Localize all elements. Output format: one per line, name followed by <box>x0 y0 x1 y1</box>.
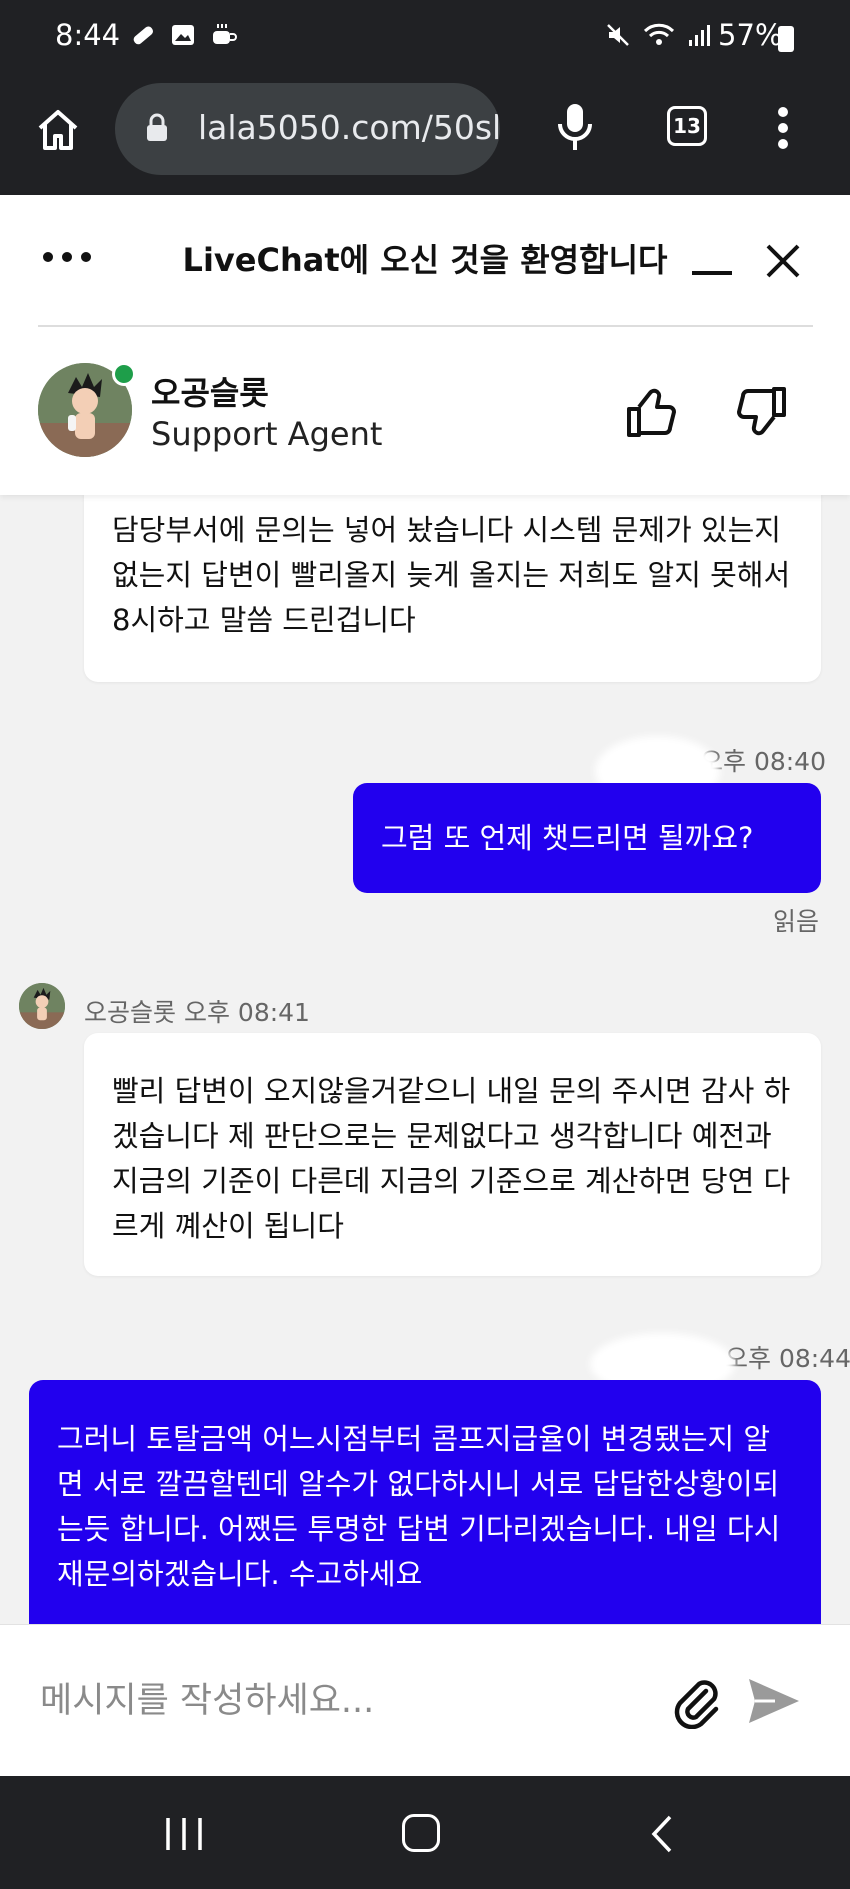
agent-name: 오공슬롯 <box>151 374 269 412</box>
read-receipt: 읽음 <box>773 907 820 936</box>
message-timestamp: 오후 08:44 <box>725 1344 850 1373</box>
signal-icon <box>689 25 710 46</box>
lock-icon <box>147 113 167 141</box>
band-aid-icon <box>133 26 154 45</box>
close-icon[interactable] <box>765 243 801 279</box>
user-message-text: 그러니 토탈금액 어느시점부터 콤프지급율이 변경됐는지 알면 서로 깔끔할텐데… <box>57 1422 781 1591</box>
message-input[interactable] <box>38 1675 642 1727</box>
status-time: 8:44 <box>55 18 121 52</box>
coffee-icon <box>213 24 237 44</box>
agent-small-avatar <box>19 983 65 1029</box>
microphone-icon[interactable] <box>555 100 595 156</box>
url-text: lala5050.com/50sl <box>198 108 500 147</box>
notification-icons <box>130 22 238 48</box>
image-icon <box>172 25 194 45</box>
user-message: 그러니 토탈금액 어느시점부터 콤프지급율이 변경됐는지 알면 서로 깔끔할텐데… <box>29 1380 821 1624</box>
battery-level: 57% <box>718 18 783 52</box>
agent-role: Support Agent <box>151 415 383 453</box>
browser-toolbar: lala5050.com/50sl 13 <box>0 78 850 195</box>
message-timestamp: 오후 08:41 <box>183 998 310 1027</box>
minimize-icon[interactable] <box>692 271 732 275</box>
mute-icon <box>607 24 629 46</box>
message-composer <box>0 1624 850 1777</box>
agent-message-text: 빨리 답변이 오지않을거같으니 내일 문의 주시면 감사 하겠습니다 제 판단으… <box>112 1074 791 1243</box>
agent-message: 빨리 답변이 오지않을거같으니 내일 문의 주시면 감사 하겠습니다 제 판단으… <box>84 1033 821 1276</box>
address-bar[interactable]: lala5050.com/50sl <box>115 83 500 175</box>
chat-options-icon[interactable] <box>42 250 92 264</box>
back-icon[interactable] <box>650 1814 674 1854</box>
more-menu-icon[interactable] <box>775 106 791 150</box>
wifi-icon <box>643 23 675 45</box>
agent-message: 담당부서에 문의는 넣어 놨습니다 시스템 문제가 있는지 없는지 답변이 빨리… <box>84 490 821 682</box>
user-message-text: 그럼 또 언제 챗드리면 될까요? <box>381 821 754 855</box>
status-bar: 8:44 57% <box>0 0 850 78</box>
header-divider <box>38 325 813 327</box>
recent-apps-icon[interactable] <box>165 1816 203 1852</box>
thumbs-down-icon[interactable] <box>734 385 788 439</box>
battery-icon <box>778 26 794 52</box>
paperclip-icon[interactable] <box>668 1673 724 1729</box>
online-status-indicator <box>112 362 136 386</box>
tab-switcher-button[interactable]: 13 <box>667 106 707 146</box>
agent-message-meta: 오공슬롯 오후 08:41 <box>84 993 310 1029</box>
home-button-icon[interactable] <box>402 1814 440 1852</box>
chat-header: LiveChat에 오신 것을 환영합니다 오공슬롯 Support Agent <box>0 195 850 495</box>
system-navigation-bar <box>0 1776 850 1889</box>
system-icons <box>605 22 713 48</box>
user-message: 그럼 또 언제 챗드리면 될까요? <box>353 783 821 893</box>
agent-message-text: 담당부서에 문의는 넣어 놨습니다 시스템 문제가 있는지 없는지 답변이 빨리… <box>112 513 791 637</box>
home-icon[interactable] <box>34 106 82 154</box>
sender-name: 오공슬롯 <box>84 998 177 1027</box>
chat-title: LiveChat에 오신 것을 환영합니다 <box>182 241 668 279</box>
thumbs-up-icon[interactable] <box>625 385 679 439</box>
send-icon[interactable] <box>745 1673 803 1729</box>
